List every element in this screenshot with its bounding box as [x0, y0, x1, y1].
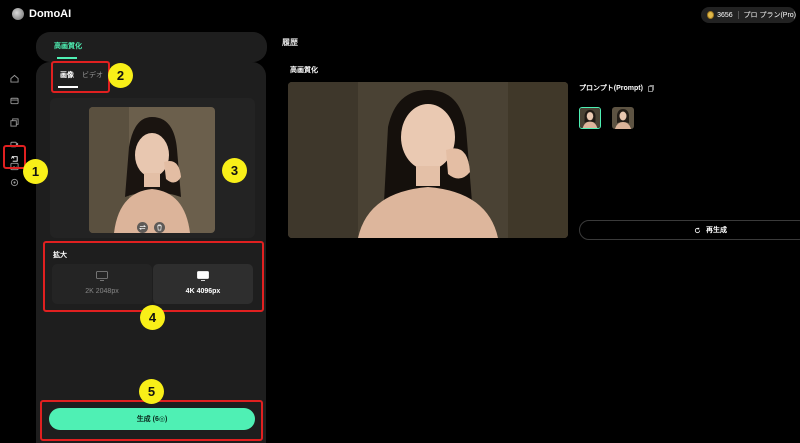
box-icon[interactable] — [9, 95, 19, 105]
swap-icon — [139, 225, 146, 230]
annotation-marker-4: 4 — [140, 305, 165, 330]
annotation-marker-5: 5 — [139, 379, 164, 404]
result-image[interactable] — [288, 82, 568, 238]
history-title: 履歴 — [282, 38, 298, 47]
annotation-marker-3: 3 — [222, 158, 247, 183]
app-title: DomoAI — [29, 8, 72, 20]
uploaded-image — [89, 107, 215, 233]
trash-icon — [157, 224, 162, 231]
image-actions — [137, 222, 171, 233]
prompt-label-text: プロンプト(Prompt) — [579, 85, 643, 92]
annotation-marker-1: 1 — [23, 159, 48, 184]
history-thumbnail-source[interactable] — [612, 107, 634, 129]
top-bar: DomoAI 3656 プロ プラン(Pro) — [0, 0, 800, 30]
replace-image-button[interactable] — [137, 222, 148, 233]
credits-count: 3656 — [717, 11, 733, 19]
regenerate-button[interactable]: 再生成 — [579, 220, 800, 240]
annotation-box-sidebar — [3, 145, 26, 169]
app-logo[interactable] — [12, 8, 24, 20]
settings-icon[interactable] — [9, 177, 19, 187]
annotation-box-generate — [40, 400, 263, 441]
tool-header: 高画質化 — [36, 32, 267, 62]
copy-icon[interactable] — [648, 84, 654, 92]
coin-icon — [707, 11, 715, 19]
layers-icon[interactable] — [9, 117, 19, 127]
annotation-box-tabs — [51, 61, 110, 93]
annotation-box-upscale — [43, 241, 264, 312]
delete-image-button[interactable] — [154, 222, 165, 233]
credits-divider — [737, 11, 739, 19]
annotation-marker-2: 2 — [108, 63, 133, 88]
regenerate-label: 再生成 — [706, 227, 727, 234]
plan-label: プロ プラン(Pro) — [743, 12, 797, 19]
tool-underline — [57, 57, 77, 59]
credits-pill[interactable]: 3656 プロ プラン(Pro) — [701, 7, 796, 23]
home-icon[interactable] — [9, 73, 19, 83]
refresh-icon — [694, 227, 701, 233]
tool-label[interactable]: 高画質化 — [54, 41, 82, 51]
result-title: 高画質化 — [290, 67, 318, 74]
prompt-label: プロンプト(Prompt) — [579, 83, 654, 93]
history-thumbnail-result[interactable] — [579, 107, 601, 129]
